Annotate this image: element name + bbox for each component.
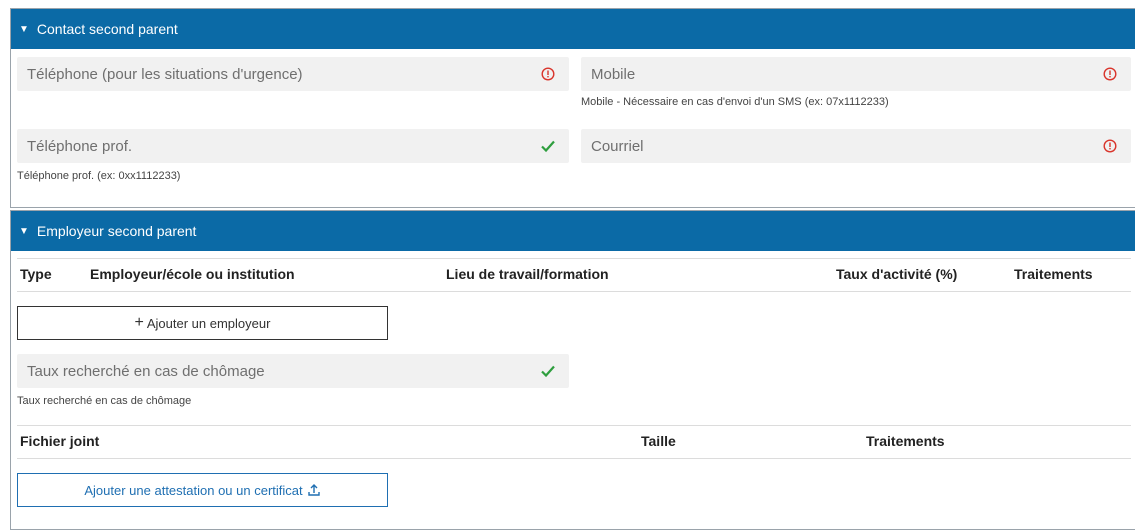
table-top-rule <box>17 258 1131 259</box>
contact-panel-header[interactable]: ▼ Contact second parent <box>11 9 1135 49</box>
files-top-rule <box>17 425 1131 426</box>
phone-prof-hint: Téléphone prof. (ex: 0xx1112233) <box>17 170 181 182</box>
mobile-field[interactable]: Mobile <box>581 57 1131 91</box>
unemployment-rate-placeholder: Taux recherché en cas de chômage <box>27 362 265 380</box>
phone-urgency-placeholder: Téléphone (pour les situations d'urgence… <box>27 65 303 83</box>
plus-icon: + <box>134 314 144 331</box>
column-treatments: Traitements <box>1014 266 1093 282</box>
employer-panel-header[interactable]: ▼ Employeur second parent <box>11 211 1135 251</box>
mobile-placeholder: Mobile <box>591 65 636 83</box>
files-header-rule <box>17 458 1131 459</box>
warning-icon <box>1099 67 1121 81</box>
warning-icon <box>537 67 559 81</box>
add-employer-button[interactable]: + Ajouter un employeur <box>17 306 388 340</box>
phone-prof-field[interactable]: Téléphone prof. <box>17 129 569 163</box>
column-activity-rate: Taux d'activité (%) <box>836 266 958 282</box>
collapse-triangle-icon: ▼ <box>19 225 29 237</box>
column-type: Type <box>20 266 52 282</box>
checkmark-icon <box>537 364 559 378</box>
email-placeholder: Courriel <box>591 137 644 155</box>
column-size: Taille <box>641 433 676 449</box>
checkmark-icon <box>537 139 559 153</box>
upload-icon <box>307 483 321 497</box>
column-workplace: Lieu de travail/formation <box>446 266 609 282</box>
table-header-rule <box>17 291 1131 292</box>
warning-icon <box>1099 139 1121 153</box>
column-employer: Employeur/école ou institution <box>90 266 295 282</box>
column-file-treatments: Traitements <box>866 433 945 449</box>
mobile-hint: Mobile - Nécessaire en cas d'envoi d'un … <box>581 96 889 108</box>
unemployment-rate-hint: Taux recherché en cas de chômage <box>17 395 192 407</box>
add-attestation-label: Ajouter une attestation ou un certificat <box>84 482 303 498</box>
add-employer-label: Ajouter un employeur <box>146 315 271 331</box>
phone-prof-placeholder: Téléphone prof. <box>27 137 133 155</box>
phone-urgency-field[interactable]: Téléphone (pour les situations d'urgence… <box>17 57 569 91</box>
add-attestation-button[interactable]: Ajouter une attestation ou un certificat <box>17 473 388 507</box>
email-field[interactable]: Courriel <box>581 129 1131 163</box>
column-attached-file: Fichier joint <box>20 433 100 449</box>
contact-panel-title: Contact second parent <box>36 21 178 37</box>
collapse-triangle-icon: ▼ <box>19 23 29 35</box>
unemployment-rate-field[interactable]: Taux recherché en cas de chômage <box>17 354 569 388</box>
employer-panel-title: Employeur second parent <box>36 223 197 239</box>
